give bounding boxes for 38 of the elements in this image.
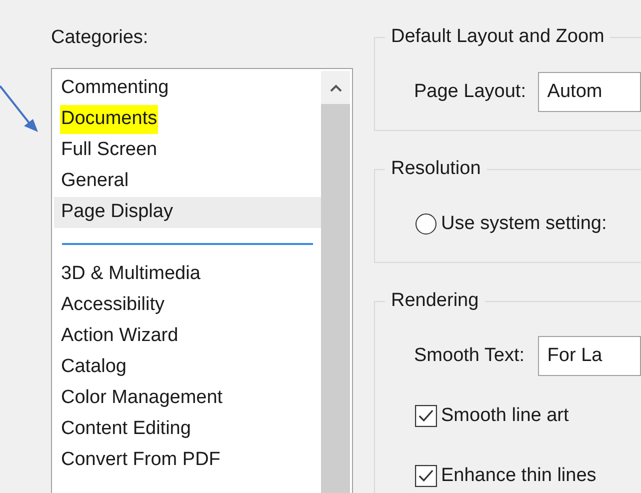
checkbox-label: Enhance thin lines <box>441 464 596 488</box>
category-label: Content Editing <box>60 417 192 442</box>
dropdown[interactable]: For La <box>538 336 641 376</box>
checkbox[interactable] <box>415 405 437 427</box>
arrow-icon <box>0 84 40 134</box>
radio-label: Use system setting: <box>441 212 607 236</box>
category-item[interactable]: Catalog <box>54 352 321 383</box>
category-item[interactable]: Color Management <box>54 383 321 414</box>
field-label: Smooth Text: <box>414 344 526 368</box>
field-label: Page Layout: <box>414 80 527 104</box>
radio-button[interactable] <box>415 213 437 235</box>
dropdown[interactable]: Autom <box>538 72 641 112</box>
caret-up-icon[interactable] <box>330 84 342 92</box>
category-item[interactable]: Content Editing <box>54 414 321 445</box>
category-item[interactable]: 3D & Multimedia <box>54 259 321 290</box>
checkbox[interactable] <box>415 465 437 487</box>
category-label: Page Display <box>60 200 174 224</box>
category-item[interactable]: Page Display <box>54 197 321 228</box>
category-label: Accessibility <box>60 293 166 318</box>
category-label: 3D & Multimedia <box>60 262 202 286</box>
category-item[interactable]: General <box>54 166 321 197</box>
category-item[interactable]: Convert From PDF <box>54 445 321 476</box>
checkbox-label: Smooth line art <box>441 404 569 428</box>
category-label: General <box>60 169 130 194</box>
category-label: Commenting <box>60 76 170 100</box>
category-item[interactable]: Documents <box>54 104 321 135</box>
category-item[interactable]: Action Wizard <box>54 321 321 352</box>
category-item[interactable]: Full Screen <box>54 135 321 166</box>
category-label: Full Screen <box>60 138 158 162</box>
scrollbar[interactable] <box>321 71 350 493</box>
category-label: Convert From PDF <box>60 448 222 472</box>
category-label: Color Management <box>60 386 224 410</box>
category-label: Action Wizard <box>60 324 180 348</box>
category-item[interactable]: Commenting <box>54 73 321 104</box>
category-item[interactable]: Accessibility <box>54 290 321 321</box>
category-label: Catalog <box>60 355 128 380</box>
categories-label: Categories: <box>51 26 150 50</box>
category-label: Documents <box>60 105 158 134</box>
